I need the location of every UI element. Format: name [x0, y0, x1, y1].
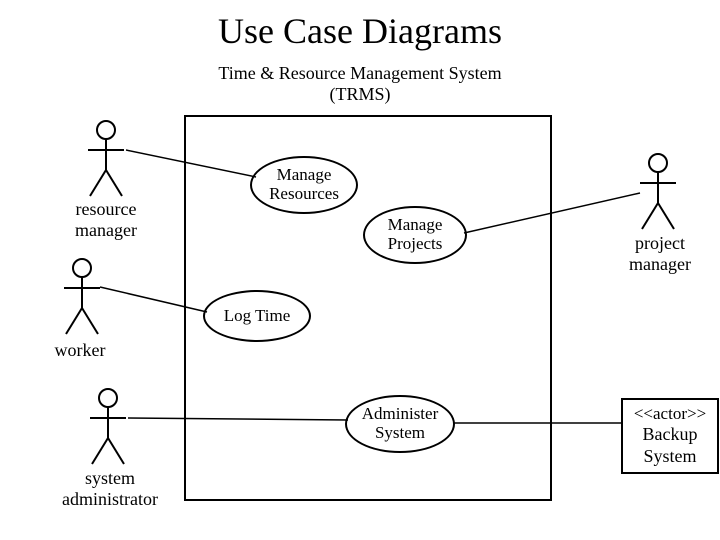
usecase-manage-resources: ManageResources [250, 156, 358, 214]
actor-label: BackupSystem [629, 424, 711, 467]
usecase-manage-projects: ManageProjects [363, 206, 467, 264]
actor-resource-manager-label: resourcemanager [66, 199, 146, 240]
usecase-administer-system: AdministerSystem [345, 395, 455, 453]
actor-worker-label: worker [50, 340, 110, 361]
usecase-label: ManageProjects [388, 216, 443, 253]
actor-project-manager-icon [638, 153, 678, 231]
page-title: Use Case Diagrams [0, 10, 720, 52]
subtitle-line1: Time & Resource Management System [218, 63, 501, 83]
usecase-label: ManageResources [269, 166, 339, 203]
usecase-label: AdministerSystem [362, 405, 439, 442]
actor-project-manager-label: projectmanager [625, 233, 695, 274]
actor-backup-system: <<actor>> BackupSystem [621, 398, 719, 474]
actor-worker-icon [62, 258, 102, 336]
actor-resource-manager-icon [86, 120, 126, 198]
actor-system-administrator-label: systemadministrator [55, 468, 165, 509]
actor-stereotype: <<actor>> [629, 404, 711, 424]
usecase-log-time: Log Time [203, 290, 311, 342]
usecase-label: Log Time [224, 307, 291, 326]
actor-system-administrator-icon [88, 388, 128, 466]
subtitle-line2: (TRMS) [329, 84, 390, 104]
diagram-subtitle: Time & Resource Management System (TRMS) [0, 63, 720, 104]
